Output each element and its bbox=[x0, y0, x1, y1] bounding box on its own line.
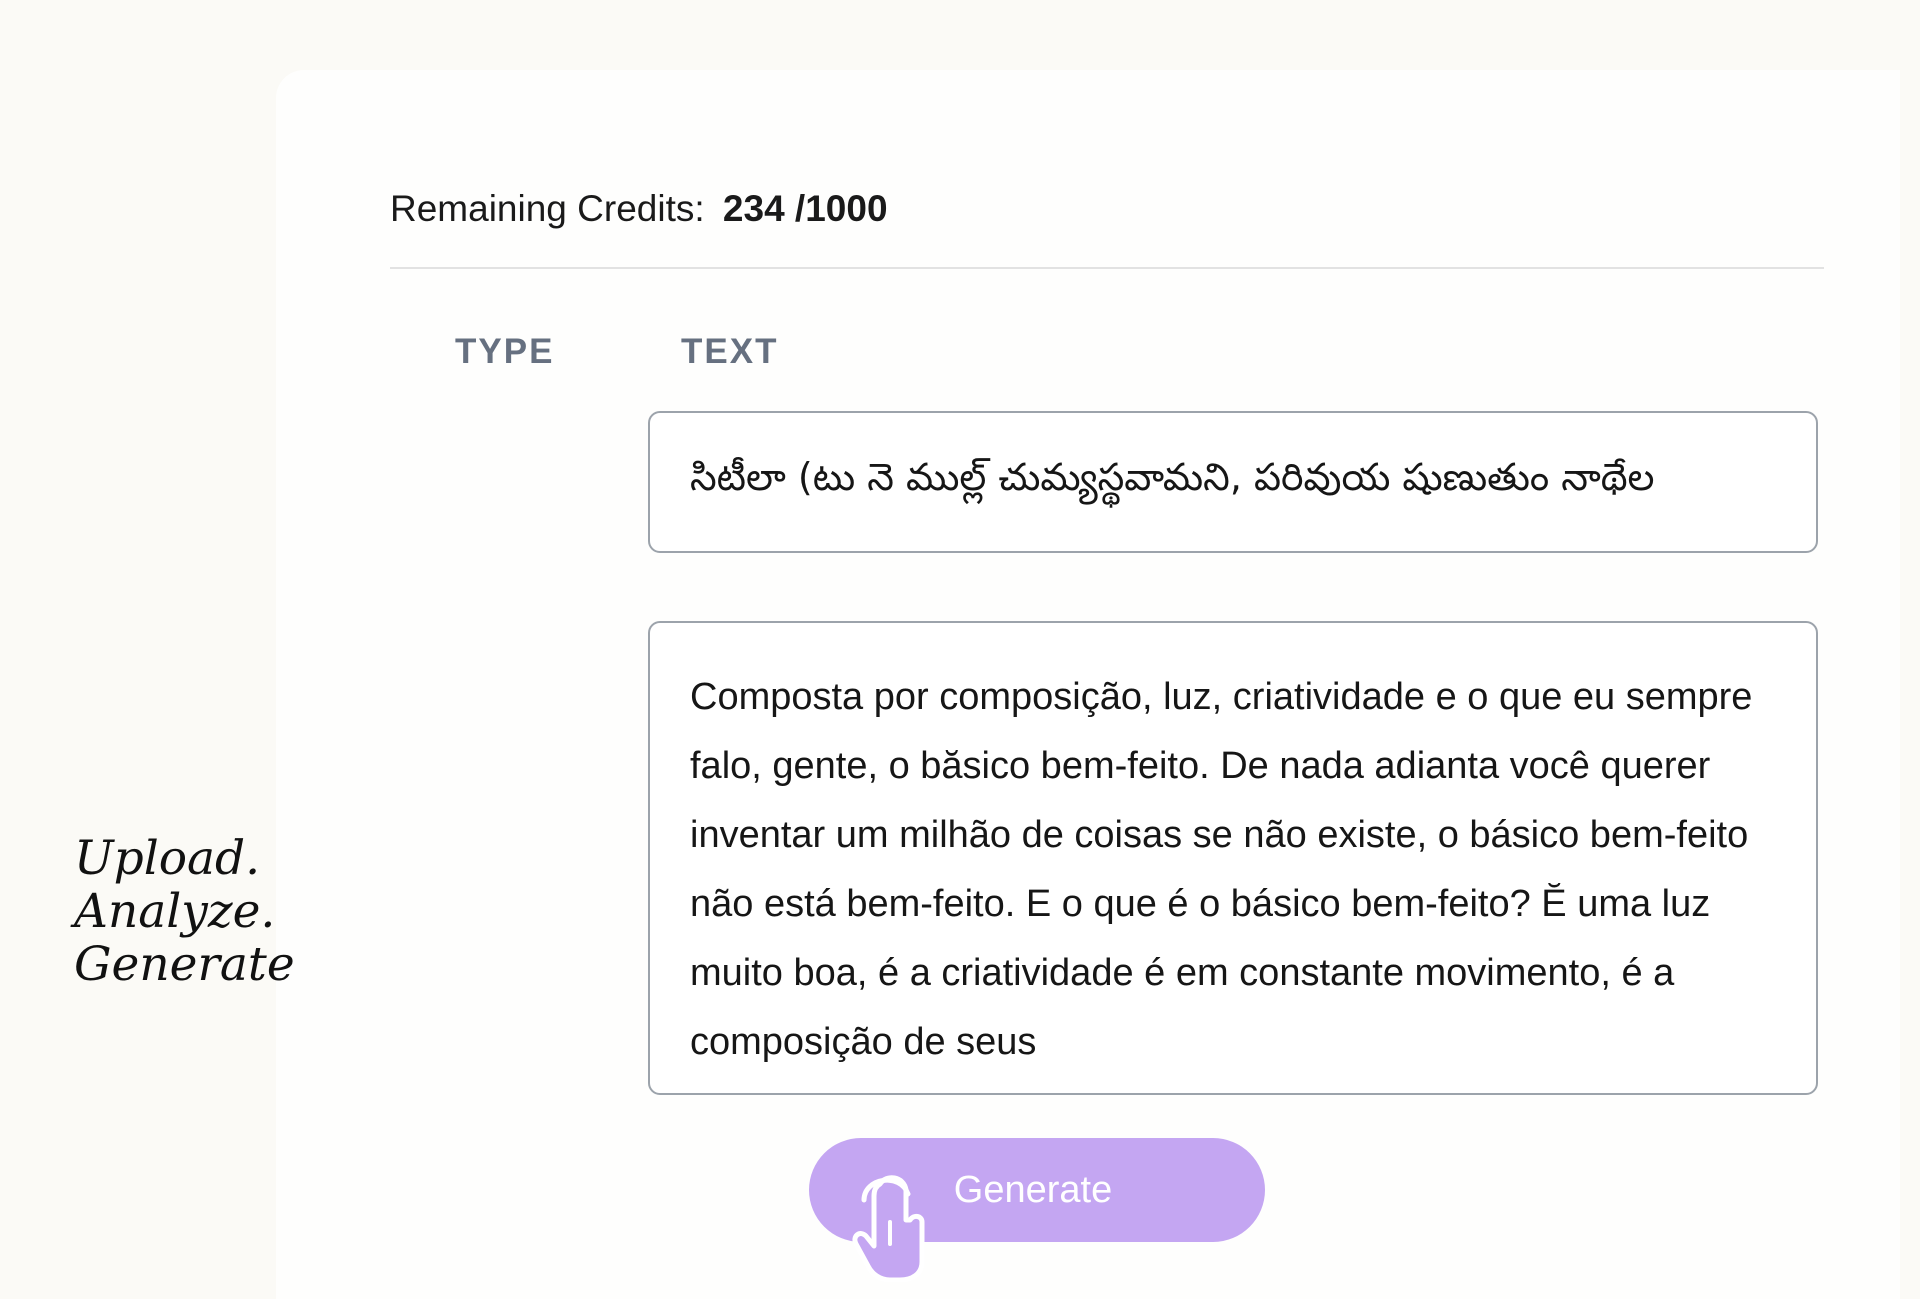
credits-value: 234 /1000 bbox=[722, 188, 888, 229]
tagline-generate: Generate bbox=[74, 937, 295, 992]
column-header-type: TYPE bbox=[455, 332, 555, 371]
portuguese-text-field[interactable]: Composta por composição, luz, criativida… bbox=[648, 621, 1818, 1095]
credits-label: Remaining Credits: bbox=[390, 188, 705, 229]
hand-pointer-icon bbox=[852, 1175, 925, 1282]
telugu-text-content: సిటీలా (టు నె ముల్ల్ చుమ్యస్థవామని, పరివ… bbox=[690, 455, 1655, 499]
header-divider bbox=[390, 267, 1824, 269]
tagline: Upload. Analyze. Generate bbox=[74, 832, 295, 991]
generate-button-label: Generate bbox=[953, 1168, 1113, 1211]
telugu-text-field[interactable]: సిటీలా (టు నె ముల్ల్ చుమ్యస్థవామని, పరివ… bbox=[648, 411, 1818, 553]
tagline-analyze: Analyze. bbox=[74, 884, 276, 939]
portuguese-text-content: Composta por composição, luz, criativida… bbox=[690, 676, 1753, 1063]
column-header-text: TEXT bbox=[681, 332, 779, 371]
tagline-upload: Upload. bbox=[74, 831, 261, 886]
remaining-credits: Remaining Credits: 234 /1000 bbox=[390, 188, 888, 230]
